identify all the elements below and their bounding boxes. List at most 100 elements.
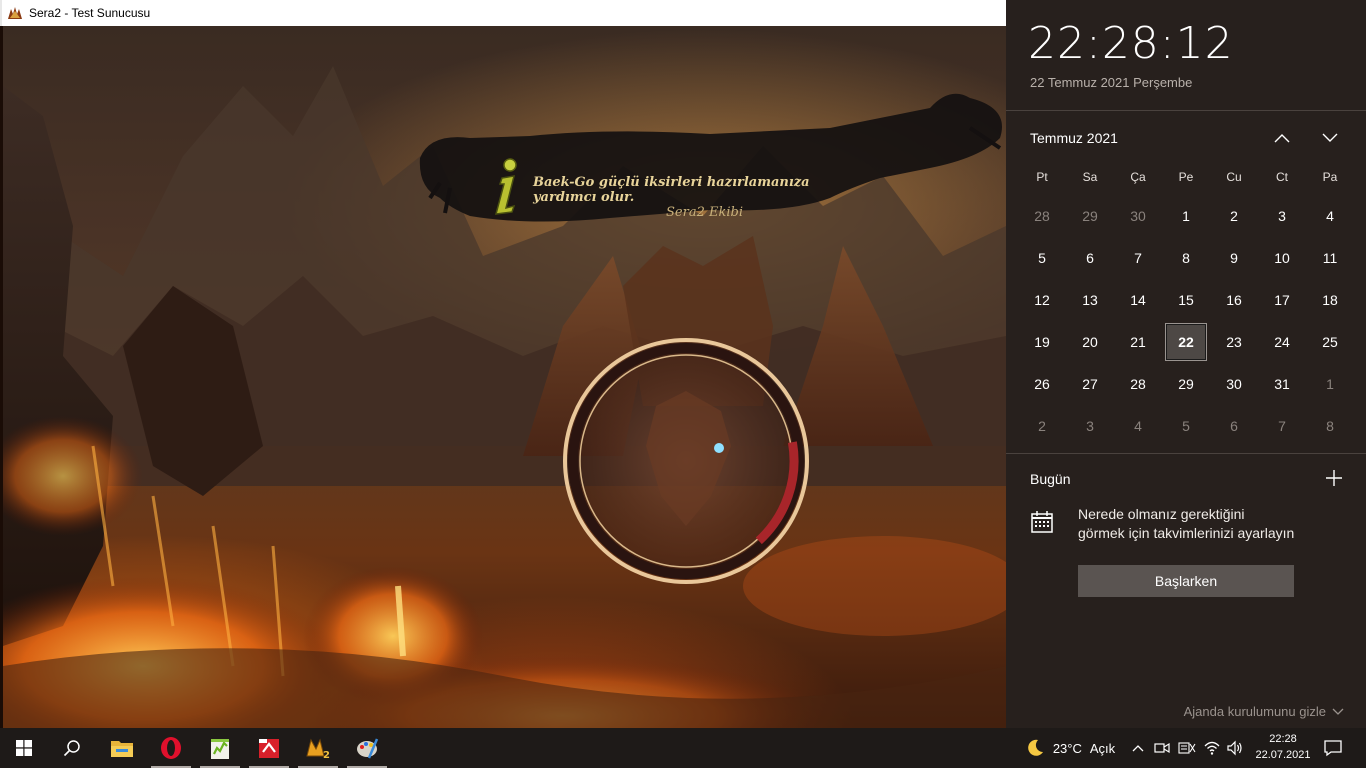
taskbar-app-opera[interactable] [147,728,195,768]
loading-ring [563,338,809,584]
get-started-button[interactable]: Başlarken [1078,565,1294,597]
taskbar-app-metin2[interactable]: 2 [294,728,342,768]
calendar-day[interactable]: 30 [1114,195,1162,237]
calendar-day-number: 5 [1038,250,1046,266]
hide-agenda-link[interactable]: Ajanda kurulumunu gizle [1184,704,1344,719]
calendar-day-number: 8 [1182,250,1190,266]
action-center-button[interactable] [1318,728,1348,768]
flyout-date[interactable]: 22 Temmuz 2021 Perşembe [1030,75,1192,90]
calendar-day[interactable]: 10 [1258,237,1306,279]
calendar-day[interactable]: 12 [1018,279,1066,321]
month-title[interactable]: Temmuz 2021 [1030,130,1118,146]
calendar-day[interactable]: 31 [1258,363,1306,405]
calendar-day[interactable]: 26 [1018,363,1066,405]
calendar-day[interactable]: 2 [1210,195,1258,237]
calendar-day[interactable]: 25 [1306,321,1354,363]
paint-icon [357,738,379,759]
calendar-day[interactable]: 14 [1114,279,1162,321]
calendar-day[interactable]: 15 [1162,279,1210,321]
calendar-day[interactable]: 1 [1162,195,1210,237]
calendar-day[interactable]: 16 [1210,279,1258,321]
file-explorer-icon [111,741,133,757]
volume-button[interactable] [1224,728,1246,768]
calendar-day[interactable]: 4 [1306,195,1354,237]
calendar-day-number: 17 [1274,292,1290,308]
add-event-plus-icon[interactable] [1324,468,1344,488]
calendar-day[interactable]: 18 [1306,279,1354,321]
calendar-day[interactable]: 5 [1018,237,1066,279]
calendar-day-number: 19 [1034,334,1050,350]
taskbar-clock[interactable]: 22:28 22.07.2021 [1250,731,1316,763]
calendar-day[interactable]: 7 [1258,405,1306,447]
calendar-day[interactable]: 20 [1066,321,1114,363]
calendar-day[interactable]: 24 [1258,321,1306,363]
calendar-day[interactable]: 2 [1018,405,1066,447]
calendar-day[interactable]: 29 [1066,195,1114,237]
sera2-app-icon [8,7,22,19]
calendar-day-number: 1 [1182,208,1190,224]
calendar-day[interactable]: 4 [1114,405,1162,447]
calendar-day[interactable]: 6 [1210,405,1258,447]
taskbar: 2 23°C Açık 22:28 22.07.2021 [0,728,1366,768]
taskbar-app-red-tool[interactable] [245,728,293,768]
taskbar-app-paint[interactable] [343,728,391,768]
calendar-day[interactable]: 27 [1066,363,1114,405]
calendar-day[interactable]: 28 [1018,195,1066,237]
show-hidden-icons-button[interactable] [1128,728,1148,768]
weather-widget[interactable]: 23°C Açık [1018,728,1122,768]
window-titlebar[interactable]: Sera2 - Test Sunucusu [0,0,1006,26]
tip-signature: Sera2 Ekibi [666,205,743,220]
metin2-icon: 2 [306,738,330,760]
start-button[interactable] [0,728,48,768]
search-button[interactable] [48,728,96,768]
calendar-day[interactable]: 13 [1066,279,1114,321]
calendar-day[interactable]: 5 [1162,405,1210,447]
calendar-day-number: 21 [1130,334,1146,350]
calendar-day[interactable]: 21 [1114,321,1162,363]
calendar-flyout: 22:28:12 22 Temmuz 2021 Perşembe Temmuz … [1006,0,1366,728]
calendar-day-number: 29 [1082,208,1098,224]
calendar-day-number: 15 [1178,292,1194,308]
taskbar-date: 22.07.2021 [1255,749,1311,761]
calendar-day-number: 25 [1322,334,1338,350]
agenda-setup-info-line2: görmek için takvimlerinizi ayarlayın [1078,525,1295,541]
game-window[interactable]: Sera2 - Test Sunucusu Baek-Go güçlü iksi… [0,0,1006,728]
calendar-day[interactable]: 7 [1114,237,1162,279]
calendar-day[interactable]: 17 [1258,279,1306,321]
calendar-day-number: 4 [1134,418,1142,434]
calendar-day-number: 8 [1326,418,1334,434]
weekday-label: Pe [1178,170,1194,184]
game-loading-scene: Baek-Go güçlü iksirleri hazırlamanıza ya… [3,26,1006,728]
calendar-day-number: 29 [1178,376,1194,392]
weather-temperature: 23°C [1052,740,1082,756]
taskbar-app-file-explorer[interactable] [98,728,146,768]
calendar-day[interactable]: 3 [1258,195,1306,237]
calendar-day[interactable]: 28 [1114,363,1162,405]
meet-now-button[interactable] [1152,728,1172,768]
calendar-day[interactable]: 11 [1306,237,1354,279]
calendar-day-number: 7 [1278,418,1286,434]
calendar-day[interactable]: 8 [1162,237,1210,279]
calendar-day[interactable]: 1 [1306,363,1354,405]
chevron-up-icon [1132,745,1144,752]
network-button[interactable] [1202,728,1222,768]
calendar-day-number: 11 [1322,250,1338,266]
calendar-day[interactable]: 19 [1018,321,1066,363]
calendar-day[interactable]: 6 [1066,237,1114,279]
tip-text-block: Baek-Go güçlü iksirleri hazırlamanıza ya… [533,175,873,220]
next-month-button[interactable] [1317,126,1343,150]
calendar-day[interactable]: 9 [1210,237,1258,279]
calendar-day-today[interactable]: 22 [1162,321,1210,363]
calendar-day-number: 4 [1326,208,1334,224]
calendar-day[interactable]: 8 [1306,405,1354,447]
calendar-day[interactable]: 30 [1210,363,1258,405]
calendar-day[interactable]: 29 [1162,363,1210,405]
speaker-icon [1227,740,1242,756]
flyout-clock: 22:28:12 [1028,18,1234,69]
weekday-label: Pt [1036,170,1048,184]
calendar-day[interactable]: 3 [1066,405,1114,447]
calendar-day[interactable]: 23 [1210,321,1258,363]
previous-month-button[interactable] [1269,126,1295,150]
input-indicator-button[interactable] [1176,728,1198,768]
taskbar-app-notepad-plus[interactable] [196,728,244,768]
